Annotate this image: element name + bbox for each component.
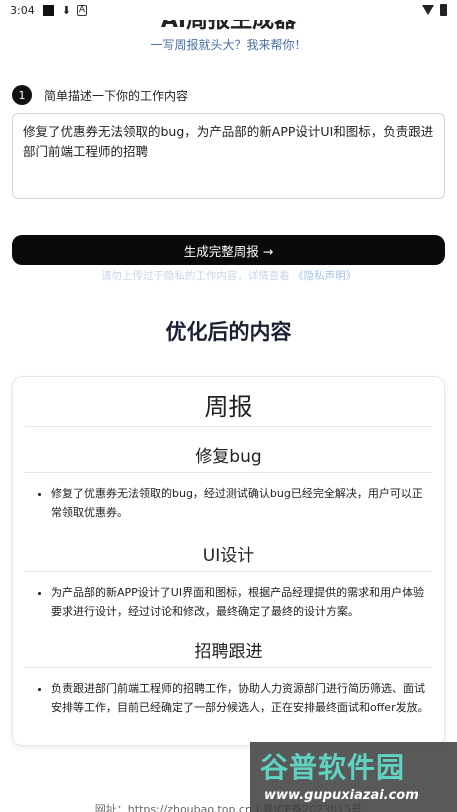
step-number-badge: 1	[12, 85, 32, 105]
status-time: 3:04	[10, 3, 35, 17]
section-title: UI设计	[25, 526, 432, 572]
watermark-logo: 谷普软件园 www.gupuxiazai.com	[250, 742, 457, 812]
a-notification-icon: A	[76, 4, 88, 16]
report-section: UI设计 为产品部的新APP设计了UI界面和图标，根据产品经理提供的需求和用户体…	[25, 526, 432, 622]
report-title: 周报	[25, 377, 432, 427]
list-item: 为产品部的新APP设计了UI界面和图标，根据产品经理提供的需求和用户体验要求进行…	[51, 583, 432, 621]
section-title: 修复bug	[25, 427, 432, 473]
report-section: 招聘跟进 负责跟进部门前端工程师的招聘工作，协助人力资源部门进行简历筛选、面试安…	[25, 622, 432, 717]
section-list: 修复了优惠券无法领取的bug，经过测试确认bug已经完全解决，用户可以正常领取优…	[25, 473, 432, 526]
privacy-notice: 请勿上传过于隐私的工作内容，详情查看 《隐私声明》	[0, 268, 457, 283]
download-icon: ⬇	[61, 3, 71, 17]
step-label: 简单描述一下你的工作内容	[44, 88, 189, 103]
notification-square-icon	[42, 4, 54, 16]
list-item: 修复了优惠券无法领取的bug，经过测试确认bug已经完全解决，用户可以正常领取优…	[51, 484, 432, 522]
section-list: 为产品部的新APP设计了UI界面和图标，根据产品经理提供的需求和用户体验要求进行…	[25, 572, 432, 622]
report-section: 修复bug 修复了优惠券无法领取的bug，经过测试确认bug已经完全解决，用户可…	[25, 427, 432, 526]
watermark-url: www.gupuxiazai.com	[264, 788, 419, 803]
watermark-title: 谷普软件园	[260, 751, 406, 784]
battery-icon	[440, 4, 447, 16]
report-card: 周报 修复bug 修复了优惠券无法领取的bug，经过测试确认bug已经完全解决，…	[12, 376, 445, 746]
privacy-policy-link[interactable]: 《隐私声明》	[293, 270, 356, 282]
generate-report-button[interactable]: 生成完整周报 →	[12, 235, 445, 265]
work-content-input[interactable]: 修复了优惠券无法领取的bug，为产品部的新APP设计UI和图标，负责跟进部门前端…	[12, 113, 445, 199]
list-item: 负责跟进部门前端工程师的招聘工作，协助人力资源部门进行简历筛选、面试安排等工作，…	[51, 679, 432, 717]
result-heading: 优化后的内容	[165, 320, 292, 344]
status-bar: 3:04 ⬇ A	[0, 0, 457, 20]
section-title: 招聘跟进	[25, 622, 432, 668]
page-subtitle: 一写周报就头大？我来帮你！	[150, 38, 307, 52]
step-header: 1 简单描述一下你的工作内容	[12, 85, 188, 105]
wifi-icon	[422, 5, 434, 15]
privacy-text: 请勿上传过于隐私的工作内容，详情查看	[100, 270, 290, 282]
section-list: 负责跟进部门前端工程师的招聘工作，协助人力资源部门进行简历筛选、面试安排等工作，…	[25, 668, 432, 717]
status-right-icons	[422, 4, 447, 16]
